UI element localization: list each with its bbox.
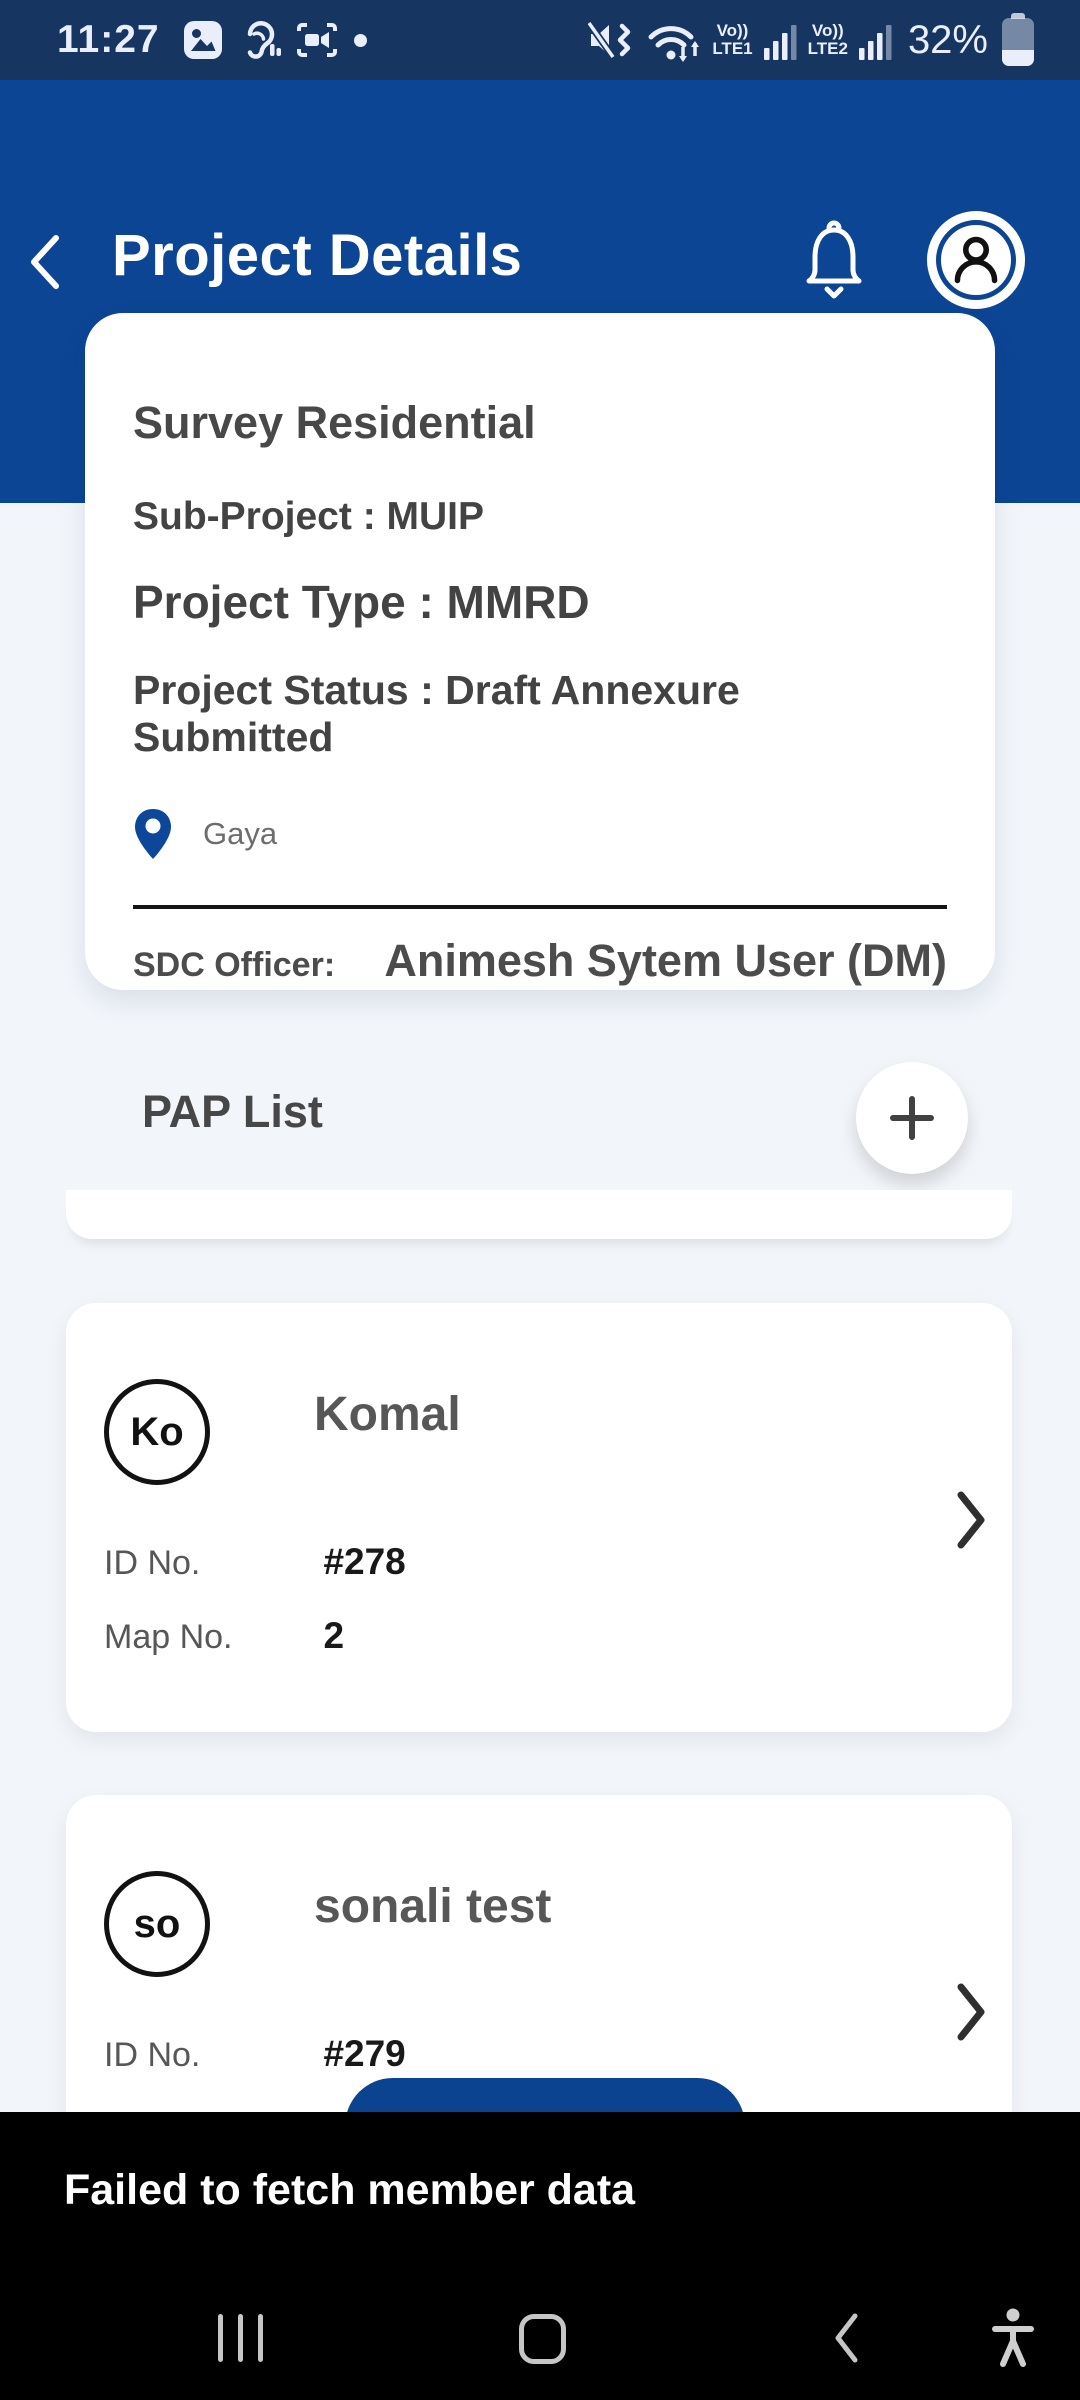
notifications-button[interactable] [796,218,872,305]
avatar-initials: so [134,1902,181,1947]
map-row: Map No. 2 [104,1615,344,1657]
nav-recents-button[interactable] [218,2314,263,2362]
location-row: Gaya [133,807,947,861]
project-status: Project Status : Draft Annexure Submitte… [133,667,947,761]
wifi-arrows-icon [645,17,701,63]
id-label: ID No. [104,1544,314,1583]
back-chevron-icon [26,234,60,290]
toast-overlay: Failed to fetch member data [0,2112,1080,2400]
officer-name: Animesh Sytem User (DM) [384,935,947,987]
sim2-signal-icon [859,20,892,60]
sim1-volte-label: Vo)) LTE1 [712,22,752,58]
avatar-initials: Ko [130,1410,183,1455]
id-row: ID No. #279 [104,2033,406,2075]
status-bar: 11:27 [0,0,1080,80]
member-avatar: so [104,1871,210,1977]
officer-row: SDC Officer: Animesh Sytem User (DM) [133,935,947,987]
page-title: Project Details [112,222,522,289]
sub-project: Sub-Project : MUIP [133,495,947,539]
profile-button[interactable] [927,211,1025,309]
status-system-icons: Vo)) LTE1 Vo)) LTE2 32% [588,13,1034,67]
map-value: 2 [323,1615,344,1656]
sim2-volte-label: Vo)) LTE2 [808,22,848,58]
officer-label: SDC Officer: [133,946,335,985]
pap-list-item[interactable]: Ko Komal ID No. #278 Map No. 2 [66,1303,1012,1732]
divider [133,905,947,909]
person-icon [950,234,1002,286]
mute-vibrate-icon [588,19,634,61]
recents-icon [218,2314,223,2362]
gallery-icon [184,21,222,59]
battery-percent: 32% [908,18,988,63]
bell-icon [796,218,872,302]
nav-accessibility-button[interactable] [990,2308,1036,2373]
profile-icon [936,220,1016,300]
id-label: ID No. [104,2036,314,2075]
screen: 11:27 [0,0,1080,2400]
notification-dot [354,34,367,47]
chevron-right-icon[interactable] [956,1489,986,1551]
chevron-right-icon[interactable] [956,1981,986,2043]
scrolled-card-edge [66,1190,1012,1239]
project-details-card: Survey Residential Sub-Project : MUIP Pr… [85,313,995,990]
location-name: Gaya [203,816,277,852]
back-button[interactable] [26,234,60,293]
project-title: Survey Residential [133,397,947,449]
nav-back-button[interactable] [833,2313,859,2368]
nav-home-button[interactable] [519,2314,566,2364]
member-avatar: Ko [104,1379,210,1485]
toast-message: Failed to fetch member data [64,2166,635,2215]
id-value: #278 [323,1541,405,1582]
nav-back-icon [833,2313,859,2363]
pap-list-title: PAP List [142,1086,323,1138]
sim1-signal-icon [764,20,797,60]
id-row: ID No. #278 [104,1541,406,1583]
add-icon [888,1094,936,1142]
screen-record-icon [296,22,338,58]
accessibility-icon [990,2308,1036,2368]
status-time: 11:27 [57,18,160,62]
id-value: #279 [323,2033,405,2074]
status-notification-icons [184,20,338,60]
hearing-icon [237,20,281,60]
project-type: Project Type : MMRD [133,575,947,629]
add-pap-button[interactable] [856,1062,968,1174]
member-name: Komal [314,1387,461,1442]
member-name: sonali test [314,1879,551,1934]
battery-icon [1002,13,1034,67]
map-label: Map No. [104,1618,314,1657]
location-pin-icon [133,807,173,861]
